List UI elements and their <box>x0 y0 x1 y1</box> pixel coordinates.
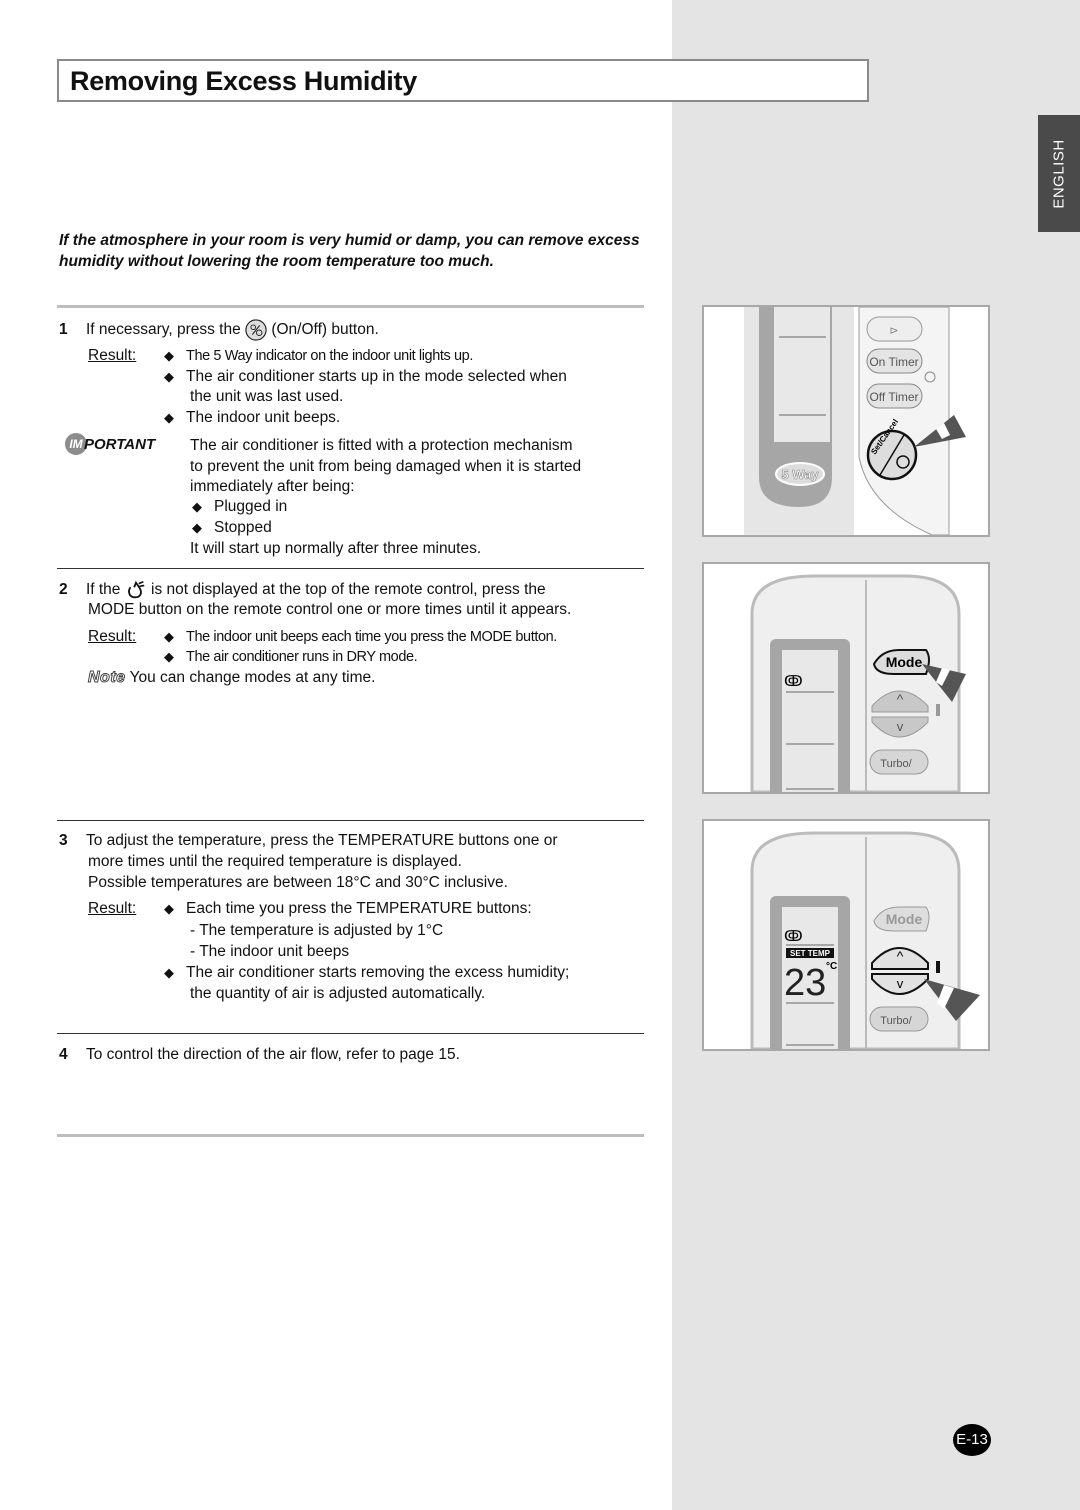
step-4: 4 To control the direction of the air fl… <box>59 1046 460 1063</box>
important-line: The air conditioner is fitted with a pro… <box>190 437 573 454</box>
bullet-icon: ◆ <box>164 965 174 980</box>
display-screen <box>782 650 838 792</box>
dry-mode-icon <box>127 580 145 599</box>
bullet-icon: ◆ <box>192 499 202 514</box>
swing-icon: ⊳ <box>889 325 898 337</box>
step-text-after: (On/Off) button. <box>271 321 379 339</box>
on-off-button-icon <box>245 319 267 341</box>
on-timer-label: On Timer <box>869 355 918 369</box>
divider <box>57 820 644 821</box>
divider <box>57 568 644 569</box>
note-label: Note <box>88 669 126 687</box>
thermometer-icon <box>936 961 940 973</box>
set-temp-label: SET TEMP <box>790 949 831 958</box>
title-box: Removing Excess Humidity <box>57 59 869 102</box>
note: Note You can change modes at any time. <box>88 668 376 689</box>
result-label: Result: <box>88 347 137 364</box>
step-number: 2 <box>59 581 68 599</box>
thermometer-icon <box>936 704 940 716</box>
turbo-label: Turbo/ <box>880 758 912 770</box>
important-label: IM PORTANT <box>65 433 155 455</box>
turbo-label: Turbo/ <box>880 1015 912 1027</box>
result-label: Result: <box>88 900 137 917</box>
dry-mode-icon: ↂ <box>784 673 803 690</box>
step-text-line: more times until the required temperatur… <box>88 853 462 870</box>
step-number: 1 <box>59 321 68 339</box>
important-line: immediately after being: <box>190 478 355 495</box>
page-number-badge: E-13 <box>953 1424 991 1456</box>
divider <box>57 1134 644 1137</box>
chevron-down-icon: v <box>897 976 904 991</box>
bullet-icon: ◆ <box>164 410 174 425</box>
bullet-icon: ◆ <box>164 629 174 644</box>
bullet-icon: ◆ <box>164 348 174 363</box>
five-way-label: 5 Way <box>781 467 819 482</box>
figure-remote-mode: ↂ Mode ^ v Turbo/ <box>702 562 990 794</box>
mode-label: Mode <box>886 911 923 927</box>
dry-mode-icon: ↂ <box>784 928 803 945</box>
temperature-readout: 23 <box>784 962 826 1004</box>
divider <box>57 305 644 308</box>
divider <box>57 1033 644 1034</box>
intro-text: If the atmosphere in your room is very h… <box>59 232 640 270</box>
mode-label: Mode <box>886 654 923 670</box>
step-number: 4 <box>59 1046 68 1063</box>
result-item: ◆ Each time you press the TEMPERATURE but… <box>164 899 532 920</box>
language-tab[interactable]: ENGLISH <box>1038 115 1080 232</box>
result-item: ◆ The air conditioner starts up in the mo… <box>164 367 567 388</box>
step-number: 3 <box>59 832 68 849</box>
step-3: 3 To adjust the temperature, press the T… <box>59 832 558 849</box>
step-text-line: Possible temperatures are between 18°C a… <box>88 874 508 891</box>
figure-remote-on-off: 5 Way ⊳ On Timer Off Timer Set/Cancel <box>702 305 990 537</box>
step-text: If necessary, press the <box>85 321 241 339</box>
result-item-cont: the unit was last used. <box>190 388 344 405</box>
chevron-down-icon: v <box>897 719 904 734</box>
important-line: to prevent the unit from being damaged w… <box>190 458 582 475</box>
result-item: ◆ The indoor unit beeps. <box>164 408 340 429</box>
bullet-icon: ◆ <box>192 520 202 535</box>
step-2: 2 If the is not displayed at the top of … <box>59 579 546 601</box>
figure-remote-temperature: ↂ SET TEMP 23 °C Mode ^ v Turbo/ <box>702 819 990 1051</box>
important-closing: It will start up normally after three mi… <box>190 540 482 557</box>
bullet-icon: ◆ <box>164 369 174 384</box>
bullet-icon: ◆ <box>164 901 174 916</box>
step-text-line2: MODE button on the remote control one or… <box>88 601 572 618</box>
chevron-up-icon: ^ <box>897 948 904 964</box>
note-text: You can change modes at any time. <box>129 669 376 686</box>
result-item: ◆ The indoor unit beeps each time you pre… <box>164 627 557 648</box>
result-item: ◆ The air conditioner runs in DRY mode. <box>164 647 418 668</box>
result-item-cont: the quantity of air is adjusted automati… <box>190 985 486 1002</box>
result-item: ◆ The air conditioner starts removing the… <box>164 963 569 984</box>
result-label: Result: <box>88 628 137 645</box>
important-bullet: ◆ Stopped <box>192 518 272 539</box>
important-bullet: ◆ Plugged in <box>192 497 287 518</box>
result-subitem: - The indoor unit beeps <box>190 943 350 960</box>
result-item: ◆ The 5 Way indicator on the indoor unit … <box>164 346 473 367</box>
step-1: 1 If necessary, press the (On/Off) butto… <box>59 319 379 341</box>
result-subitem: - The temperature is adjusted by 1°C <box>190 922 444 939</box>
bullet-icon: ◆ <box>164 649 174 664</box>
temperature-unit: °C <box>826 961 837 972</box>
display-screen <box>774 307 830 442</box>
page-title: Removing Excess Humidity <box>70 66 417 96</box>
off-timer-label: Off Timer <box>869 390 918 404</box>
language-tab-label: ENGLISH <box>1050 138 1068 209</box>
chevron-up-icon: ^ <box>897 691 904 707</box>
